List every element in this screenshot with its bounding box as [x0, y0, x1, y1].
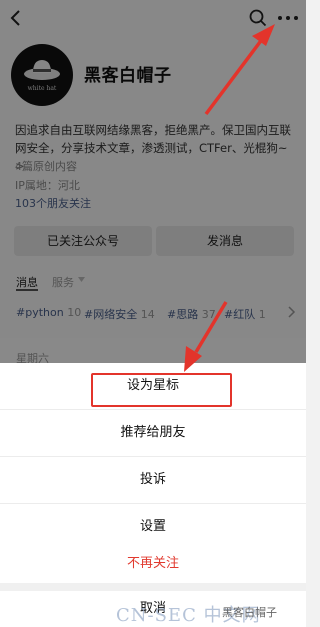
- unfollow-option[interactable]: 不再关注: [0, 541, 306, 587]
- sheet-gap: [0, 583, 306, 591]
- watermark-right: 黑客白帽子: [222, 606, 277, 619]
- report-option[interactable]: 投诉: [0, 457, 306, 503]
- recommend-to-friend-option[interactable]: 推荐给朋友: [0, 410, 306, 456]
- highlight-box: [91, 373, 232, 407]
